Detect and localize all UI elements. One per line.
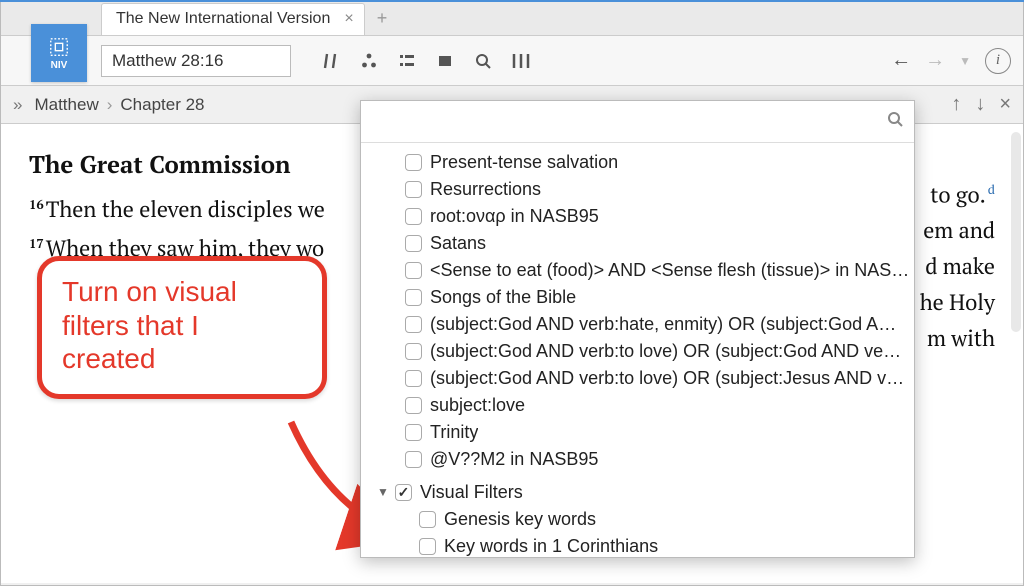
filter-item[interactable]: Satans [371,230,910,257]
up-arrow-icon[interactable]: ↑ [951,93,961,116]
filter-item[interactable]: Trinity [371,419,910,446]
text-fragment: em and [923,216,995,245]
checkbox[interactable] [405,451,422,468]
panel-list[interactable]: Present-tense salvation Resurrections root… [361,143,914,557]
disclosure-triangle-icon[interactable]: ▼ [377,485,391,499]
columns-icon[interactable] [511,51,531,71]
filter-item[interactable]: @V??M2 in NASB95 [371,446,910,473]
text-fragment: to go.d [930,180,995,209]
checkbox[interactable] [405,235,422,252]
footnote-link[interactable]: d [988,180,995,198]
callout-line: Turn on visual [62,275,302,309]
filter-label: (subject:God AND verb:hate, enmity) OR (… [430,314,896,335]
filter-item[interactable]: <Sense to eat (food)> AND <Sense flesh (… [371,257,910,284]
toolbar-right: ← → ▼ i [891,48,1011,74]
filter-group-visual-filters[interactable]: ▼ Visual Filters [371,479,910,506]
annotation-callout: Turn on visual filters that I created [37,256,327,399]
forward-arrow-icon[interactable]: → [925,49,945,72]
book-icon [48,36,70,58]
filter-item[interactable]: (subject:God AND verb:hate, enmity) OR (… [371,311,910,338]
breadcrumb-actions: ↑ ↓ × [951,93,1011,116]
checkbox[interactable] [405,208,422,225]
filter-label: Trinity [430,422,478,443]
filter-item[interactable]: Genesis key words [371,506,910,533]
filter-label: Satans [430,233,486,254]
book-badge[interactable]: NIV [31,24,87,82]
checkbox[interactable] [395,484,412,501]
checkbox[interactable] [405,370,422,387]
filter-label: Present-tense salvation [430,152,618,173]
filter-item[interactable]: (subject:God AND verb:to love) OR (subje… [371,365,910,392]
search-icon[interactable] [886,110,904,133]
filter-item[interactable]: (subject:God AND verb:to love) OR (subje… [371,338,910,365]
history-chevron-icon[interactable]: ▼ [959,54,971,68]
chevron-right-icon: › [107,95,113,115]
dots-icon[interactable] [359,51,379,71]
visual-filters-panel: Present-tense salvation Resurrections root… [360,100,915,558]
tab-title: The New International Version [116,10,330,28]
filter-label: (subject:God AND verb:to love) OR (subje… [430,341,901,362]
down-arrow-icon[interactable]: ↓ [975,93,985,116]
checkbox[interactable] [405,154,422,171]
add-tab-button[interactable]: + [377,8,388,29]
search-icon[interactable] [473,51,493,71]
filter-item[interactable]: subject:love [371,392,910,419]
breadcrumb-book[interactable]: Matthew [34,95,98,115]
list-icon[interactable] [397,51,417,71]
filter-label: subject:love [430,395,525,416]
checkbox[interactable] [419,511,436,528]
panel-search-row [361,101,914,143]
callout-line: created [62,342,302,376]
text-fragment: m with [927,324,995,353]
reading-icon[interactable] [435,51,455,71]
filter-label: Songs of the Bible [430,287,576,308]
close-icon[interactable]: × [344,10,353,28]
reference-input[interactable] [101,45,291,77]
filter-item[interactable]: root:οναρ in NASB95 [371,203,910,230]
tab-niv[interactable]: The New International Version × [101,3,365,35]
breadcrumb-expand-icon[interactable]: » [13,95,22,115]
panel-search-input[interactable] [371,101,886,142]
parallel-icon[interactable] [321,51,341,71]
tab-strip: The New International Version × + [1,2,1023,36]
toolbar: ← → ▼ i [1,36,1023,86]
filter-item[interactable]: Present-tense salvation [371,149,910,176]
breadcrumb-chapter[interactable]: Chapter 28 [120,95,204,115]
filter-item[interactable]: Songs of the Bible [371,284,910,311]
filter-label: Genesis key words [444,509,596,530]
filter-item[interactable]: Key words in 1 Corinthians [371,533,910,557]
filter-label: (subject:God AND verb:to love) OR (subje… [430,368,904,389]
back-arrow-icon[interactable]: ← [891,49,911,72]
close-icon[interactable]: × [999,93,1011,116]
toolbar-icon-group [321,51,531,71]
checkbox[interactable] [405,424,422,441]
filter-label: @V??M2 in NASB95 [430,449,598,470]
text-fragment: d make [925,252,995,281]
callout-line: filters that I [62,309,302,343]
app-window: { "badge": { "abbr": "NIV" }, "tab": { "… [0,2,1024,586]
checkbox[interactable] [405,397,422,414]
checkbox[interactable] [405,343,422,360]
text-fragment: he Holy [920,288,995,317]
filter-label: Key words in 1 Corinthians [444,536,658,557]
checkbox[interactable] [405,316,422,333]
filter-label: <Sense to eat (food)> AND <Sense flesh (… [430,260,910,281]
scrollbar[interactable] [1011,132,1021,332]
checkbox[interactable] [405,181,422,198]
filter-label: Resurrections [430,179,541,200]
checkbox[interactable] [419,538,436,555]
filter-item[interactable]: Resurrections [371,176,910,203]
checkbox[interactable] [405,262,422,279]
verse-number: 16 [29,195,44,213]
checkbox[interactable] [405,289,422,306]
badge-abbr: NIV [51,60,68,71]
filter-label: root:οναρ in NASB95 [430,206,599,227]
info-icon[interactable]: i [985,48,1011,74]
filter-group-label: Visual Filters [420,482,523,503]
verse-number: 17 [29,234,44,252]
